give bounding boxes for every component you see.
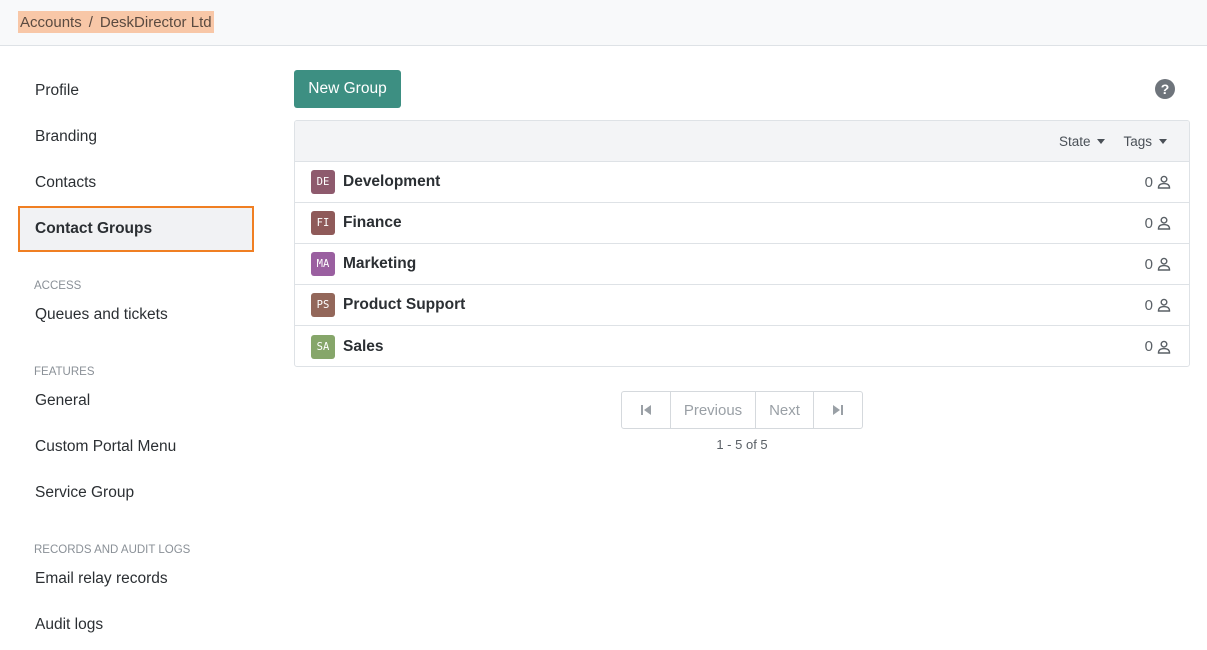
contact-groups-table: State Tags DE Development 0 FI Finance 0…	[294, 120, 1190, 367]
breadcrumb-account-name: DeskDirector Ltd	[99, 13, 212, 31]
last-page-button[interactable]	[814, 392, 862, 428]
table-row[interactable]: SA Sales 0	[295, 326, 1189, 366]
person-icon	[1157, 257, 1171, 271]
table-header: State Tags	[295, 121, 1189, 162]
pagination-info: 1 - 5 of 5	[716, 437, 768, 452]
group-name[interactable]: Marketing	[343, 255, 1145, 273]
previous-page-button[interactable]: Previous	[671, 392, 756, 428]
sidebar-item-service-group[interactable]: Service Group	[18, 470, 254, 516]
member-count: 0	[1144, 296, 1153, 314]
group-name[interactable]: Sales	[343, 338, 1145, 356]
question-circle-icon[interactable]: ?	[1155, 79, 1175, 99]
group-avatar: FI	[311, 211, 335, 235]
breadcrumb-separator: /	[88, 13, 93, 31]
breadcrumb-accounts[interactable]: Accounts	[20, 14, 82, 31]
tags-filter-dropdown[interactable]: Tags	[1123, 134, 1167, 149]
top-bar: Accounts / DeskDirector Ltd	[0, 0, 1207, 46]
group-name[interactable]: Development	[343, 173, 1145, 191]
sidebar-item-branding[interactable]: Branding	[18, 114, 254, 160]
person-icon	[1157, 216, 1171, 230]
sidebar-item-contacts[interactable]: Contacts	[18, 160, 254, 206]
member-count: 0	[1144, 214, 1153, 232]
sidebar-item-custom-portal-menu[interactable]: Custom Portal Menu	[18, 424, 254, 470]
table-row[interactable]: PS Product Support 0	[295, 285, 1189, 326]
table-row[interactable]: DE Development 0	[295, 162, 1189, 203]
person-icon	[1157, 298, 1171, 312]
member-count: 0	[1144, 173, 1153, 191]
group-avatar: MA	[311, 252, 335, 276]
next-page-button[interactable]: Next	[756, 392, 814, 428]
section-header-records-audit-logs: RECORDS AND AUDIT LOGS	[34, 544, 191, 556]
group-name[interactable]: Finance	[343, 214, 1145, 232]
member-count: 0	[1144, 255, 1153, 273]
pagination: Previous Next	[621, 391, 863, 429]
skip-last-icon	[833, 405, 843, 415]
person-icon	[1157, 340, 1171, 354]
state-filter-dropdown[interactable]: State	[1059, 134, 1106, 149]
new-group-button[interactable]: New Group	[294, 70, 401, 108]
section-header-access: ACCESS	[34, 280, 82, 292]
section-header-features: FEATURES	[34, 366, 95, 378]
table-row[interactable]: MA Marketing 0	[295, 244, 1189, 285]
sidebar-item-general[interactable]: General	[18, 378, 254, 424]
sidebar-item-email-relay-records[interactable]: Email relay records	[18, 556, 254, 602]
sidebar-item-queues-and-tickets[interactable]: Queues and tickets	[18, 292, 254, 338]
sidebar-item-contact-groups[interactable]: Contact Groups	[18, 206, 254, 252]
skip-first-icon	[641, 405, 651, 415]
tags-filter-label: Tags	[1123, 133, 1152, 149]
group-avatar: PS	[311, 293, 335, 317]
member-count: 0	[1144, 338, 1153, 355]
sidebar-item-audit-logs[interactable]: Audit logs	[18, 602, 254, 648]
first-page-button[interactable]	[622, 392, 671, 428]
group-avatar: SA	[311, 334, 335, 359]
group-name[interactable]: Product Support	[343, 296, 1145, 314]
sidebar-item-profile[interactable]: Profile	[18, 68, 254, 114]
person-icon	[1157, 175, 1171, 189]
breadcrumb: Accounts / DeskDirector Ltd	[18, 11, 214, 33]
caret-down-icon	[1159, 138, 1167, 144]
state-filter-label: State	[1058, 133, 1091, 149]
caret-down-icon	[1097, 138, 1106, 144]
group-avatar: DE	[311, 170, 335, 194]
table-row[interactable]: FI Finance 0	[295, 203, 1189, 244]
sidebar: Profile Branding Contacts Contact Groups…	[18, 68, 254, 648]
